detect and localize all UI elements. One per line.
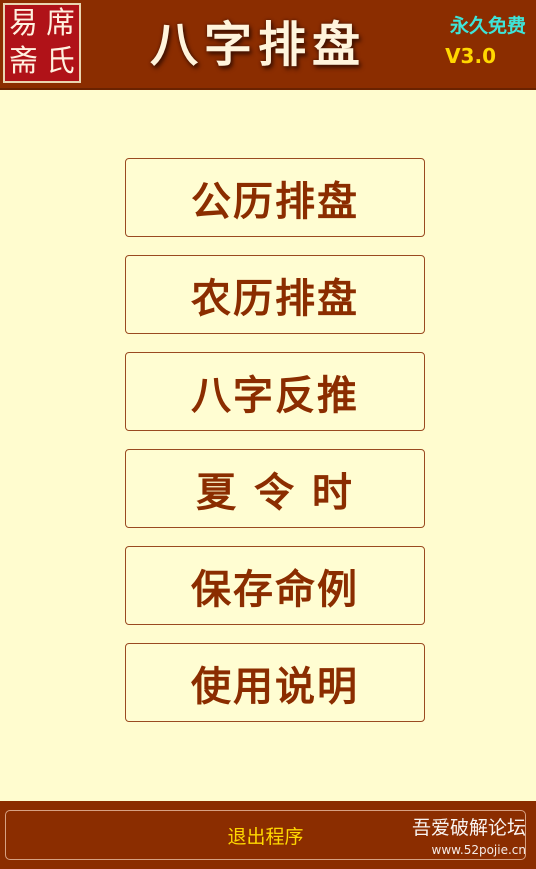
instructions-button[interactable]: 使用说明 [125,643,425,722]
seal-logo: 易 席 斋 氏 [3,3,81,83]
seal-char: 斋 [9,44,38,79]
free-tag: 永久免费 [449,15,526,37]
seal-char: 席 [46,6,75,41]
watermark-url: www.52pojie.cn [431,843,526,857]
app-title: 八字排盘 [150,17,367,73]
bazi-reverse-button[interactable]: 八字反推 [125,352,425,431]
lunar-chart-button[interactable]: 农历排盘 [125,255,425,334]
header-bar: 易 席 斋 氏 八字排盘 永久免费 V3.0 [0,0,536,88]
watermark-text: 吾爱破解论坛 [411,817,526,839]
main-menu: 公历排盘 农历排盘 八字反推 夏 令 时 保存命例 使用说明 [125,158,425,740]
solar-chart-button[interactable]: 公历排盘 [125,158,425,237]
footer-bar: 退出程序 吾爱破解论坛 www.52pojie.cn [0,801,536,869]
saved-cases-button[interactable]: 保存命例 [125,546,425,625]
seal-char: 氏 [46,44,75,79]
seal-char: 易 [9,6,38,41]
version-label: V3.0 [445,44,496,68]
daylight-saving-button[interactable]: 夏 令 时 [125,449,425,528]
watermark: 吾爱破解论坛 www.52pojie.cn [411,817,526,857]
